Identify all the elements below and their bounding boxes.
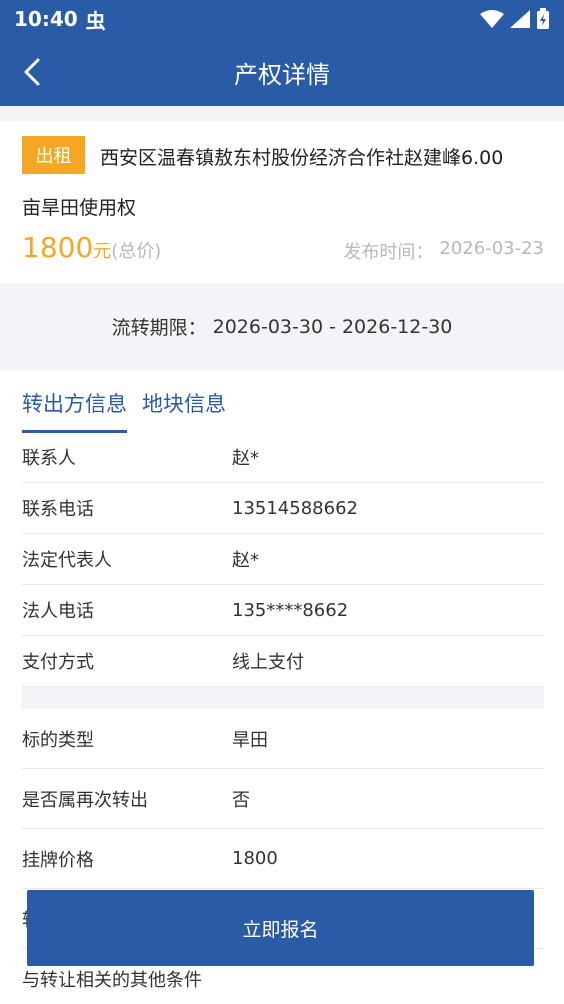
battery-charging-icon	[537, 8, 549, 29]
status-bar: 10:40 虫	[0, 0, 564, 38]
publish-label: 发布时间：	[343, 242, 434, 263]
row-value: 1800	[232, 848, 278, 869]
listing-summary: 出租 西安区温春镇敖东村股份经济合作社赵建峰6.00 亩旱田使用权 1800 元…	[0, 121, 564, 283]
detail-tabs: 转出方信息 地块信息	[22, 388, 226, 433]
row-label: 联系电话	[22, 499, 94, 520]
table-row: 联系电话 13514588662	[22, 483, 544, 534]
wifi-icon	[480, 10, 504, 28]
row-value: 13514588662	[232, 497, 358, 519]
table-row: 法人电话 135****8662	[22, 585, 544, 636]
listing-price: 1800 元 (总价)	[22, 231, 161, 264]
price-unit: 元	[93, 241, 112, 262]
table-row: 联系人 赵*	[22, 432, 544, 483]
period-label: 流转期限：	[111, 317, 207, 339]
row-value: 线上支付	[232, 652, 304, 673]
listing-title-line2: 亩旱田使用权	[22, 197, 137, 219]
price-note: (总价)	[111, 241, 162, 262]
publish-time: 发布时间： 2026-03-23	[343, 238, 544, 264]
row-value: 135****8662	[232, 599, 349, 621]
listing-title-line1: 西安区温春镇敖东村股份经济合作社赵建峰6.00	[100, 147, 504, 169]
listing-type-badge: 出租	[22, 136, 85, 174]
status-icons	[480, 8, 550, 30]
table-row: 法定代表人 赵*	[22, 534, 544, 585]
table-row: 标的类型 旱田	[22, 709, 544, 769]
debug-bug-icon: 虫	[85, 8, 106, 33]
row-label: 是否属再次转出	[22, 789, 148, 811]
row-label: 联系人	[22, 448, 76, 469]
status-time: 10:40	[14, 7, 78, 31]
app-bar: 产权详情	[0, 38, 564, 106]
row-value: 赵*	[232, 550, 259, 571]
chevron-left-icon[interactable]	[18, 56, 50, 88]
table-row: 挂牌价格 1800	[22, 829, 544, 889]
row-value: 否	[232, 789, 250, 811]
signal-icon	[510, 10, 530, 28]
row-value: 旱田	[232, 729, 268, 751]
page-title: 产权详情	[234, 60, 330, 89]
transfer-period: 流转期限： 2026-03-30 - 2026-12-30	[0, 283, 564, 370]
tab-plot-info[interactable]: 地块信息	[142, 388, 226, 433]
section-divider	[22, 687, 544, 709]
price-amount: 1800	[22, 231, 94, 264]
publish-date: 2026-03-23	[439, 238, 544, 259]
period-value: 2026-03-30 - 2026-12-30	[212, 315, 453, 338]
table-row: 是否属再次转出 否	[22, 769, 544, 829]
tab-seller-info[interactable]: 转出方信息	[22, 388, 127, 433]
table-row: 支付方式 线上支付	[22, 636, 544, 687]
row-label: 法定代表人	[22, 550, 112, 571]
row-label: 标的类型	[22, 729, 94, 751]
row-label: 法人电话	[22, 601, 94, 622]
row-label: 与转让相关的其他条件	[22, 970, 202, 991]
row-value: 赵*	[232, 448, 259, 469]
row-label: 支付方式	[22, 652, 94, 673]
row-label: 挂牌价格	[22, 849, 94, 871]
register-button[interactable]: 立即报名	[27, 890, 534, 966]
